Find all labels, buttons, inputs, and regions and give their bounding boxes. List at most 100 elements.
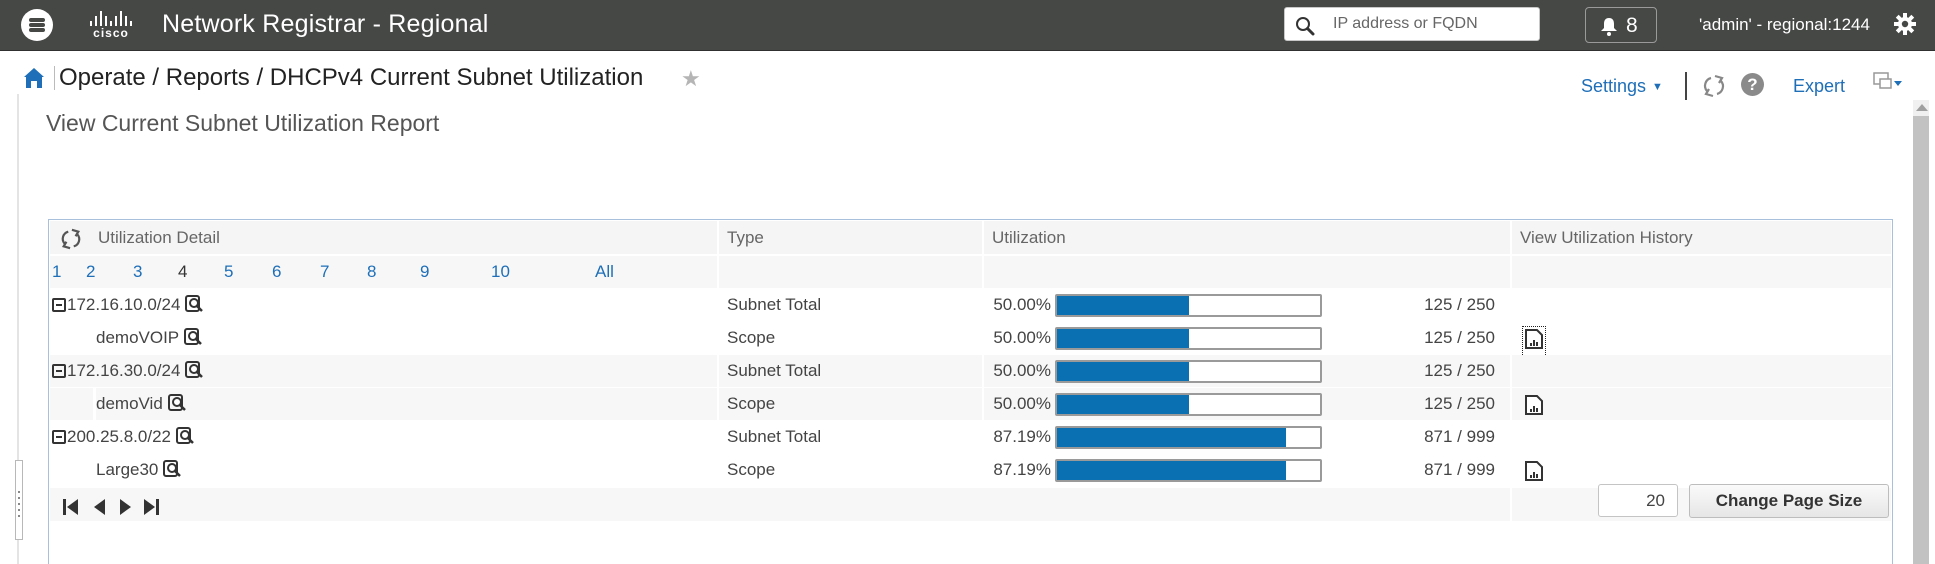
global-search[interactable] [1284,7,1540,41]
next-page-icon[interactable] [119,498,133,516]
help-icon[interactable]: ? [1741,73,1764,96]
column-label: Type [727,228,764,247]
type-cell: Scope [719,388,982,420]
utilization-detail-cell: 200.25.8.0/22 [50,421,717,453]
table-row: Large30 Scope 87.19% 871 / 999 [50,454,1891,486]
utilization-bar [1055,327,1322,350]
utilization-cell: 87.19% 871 / 999 [984,454,1510,486]
table-row: 172.16.30.0/24 Subnet Total 50.00% 125 / 25… [50,355,1891,387]
utilization-cell: 50.00% 125 / 250 [984,388,1510,420]
scrollbar-thumb[interactable] [1913,116,1929,564]
scope-name: Large30 [96,460,159,479]
type-label: Subnet Total [727,295,822,314]
utilization-count: 125 / 250 [1424,394,1495,413]
subnet-name: 172.16.10.0/24 [67,295,181,314]
column-header-view-history: View Utilization History [1512,221,1891,254]
page-title: View Current Subnet Utilization Report [46,110,440,136]
page-link-3[interactable]: 3 [133,256,142,288]
scope-name: demoVOIP [96,328,180,347]
page-link-8[interactable]: 8 [367,256,376,288]
grid-header-row: Utilization Detail Type Utilization View… [50,221,1891,254]
empty-cell [719,256,982,288]
view-details-icon[interactable] [185,359,205,391]
search-icon [1296,17,1315,36]
utilization-count: 871 / 999 [1424,460,1495,479]
page-link-2[interactable]: 2 [86,256,95,288]
type-label: Subnet Total [727,427,822,446]
type-cell: Scope [719,322,982,354]
view-details-icon[interactable] [175,425,196,457]
search-input[interactable] [1333,12,1533,36]
toolbar-divider [1685,72,1687,100]
app-title: Network Registrar - Regional [162,10,489,38]
breadcrumb-operate[interactable]: Operate [59,64,146,91]
utilization-cell: 50.00% 125 / 250 [984,322,1510,354]
utilization-bar-fill [1057,461,1287,480]
utilization-detail-cell: 172.16.30.0/24 [50,355,717,387]
utilization-detail-cell: demoVid [50,388,717,420]
refresh-icon[interactable] [60,228,82,250]
previous-page-icon[interactable] [92,498,106,516]
view-details-icon[interactable] [163,458,183,490]
utilization-bar-fill [1057,428,1287,447]
favorite-star-icon[interactable]: ★ [681,66,701,92]
scope-name: demoVid [96,394,163,413]
utilization-cell: 50.00% 125 / 250 [984,355,1510,387]
utilization-count: 125 / 250 [1424,295,1495,314]
view-details-icon[interactable] [184,326,204,358]
scroll-up-arrow-icon[interactable] [1916,104,1928,111]
breadcrumb-reports[interactable]: Reports [166,64,250,91]
column-label: Utilization Detail [98,228,220,247]
gear-icon[interactable] [1893,12,1917,36]
view-details-icon[interactable] [185,293,205,325]
type-cell: Subnet Total [719,355,982,387]
layout-dropdown-icon[interactable] [1873,72,1903,94]
page-links-row: 1 2 3 4 5 6 7 8 9 10 All [50,256,1891,288]
main-menu-button[interactable] [21,9,53,41]
page-link-1[interactable]: 1 [52,256,61,288]
refresh-icon[interactable] [1702,74,1726,98]
table-row: demoVid Scope 50.00% 125 / 250 [50,388,1891,420]
utilization-percent: 50.00% [993,394,1051,413]
panel-resize-handle[interactable] [15,460,23,540]
notifications-button[interactable]: 8 [1585,7,1657,43]
subnet-name: 172.16.30.0/24 [67,361,181,380]
collapse-icon[interactable] [52,364,66,378]
page-links: 1 2 3 4 5 6 7 8 9 10 All [50,256,717,288]
type-label: Scope [727,394,776,413]
utilization-bar [1055,426,1322,449]
change-page-size-button[interactable]: Change Page Size [1689,484,1889,518]
collapse-icon[interactable] [52,430,66,444]
cisco-bars-icon [84,11,138,26]
breadcrumb: Operate / Reports / DHCPv4 Current Subne… [59,64,643,92]
first-page-icon[interactable] [62,498,80,516]
utilization-bar-fill [1057,296,1189,315]
page-link-5[interactable]: 5 [224,256,233,288]
page-link-all[interactable]: All [595,256,614,288]
page-link-6[interactable]: 6 [272,256,281,288]
notifications-count: 8 [1626,14,1638,37]
type-cell: Scope [719,454,982,486]
utilization-percent: 87.19% [993,460,1051,479]
type-cell: Subnet Total [719,421,982,453]
page-link-10[interactable]: 10 [491,256,510,288]
history-cell [1512,454,1891,486]
expert-mode-link[interactable]: Expert [1793,76,1845,97]
home-icon[interactable] [23,67,45,89]
column-label: View Utilization History [1520,228,1693,247]
page-link-7[interactable]: 7 [320,256,329,288]
collapse-icon[interactable] [52,298,66,312]
page-size-input[interactable] [1598,484,1678,517]
view-details-icon[interactable] [167,392,188,424]
last-page-icon[interactable] [142,498,160,516]
type-cell: Subnet Total [719,289,982,321]
page-link-9[interactable]: 9 [420,256,429,288]
type-label: Scope [727,460,776,479]
top-header-bar: cisco Network Registrar - Regional 8 'ad… [0,0,1935,51]
history-cell [1512,289,1891,321]
utilization-percent: 87.19% [993,427,1051,446]
cisco-wordmark: cisco [93,26,129,40]
settings-dropdown[interactable]: Settings ▼ [1581,76,1663,97]
empty-cell [1512,256,1891,288]
utilization-bar-fill [1057,329,1189,348]
